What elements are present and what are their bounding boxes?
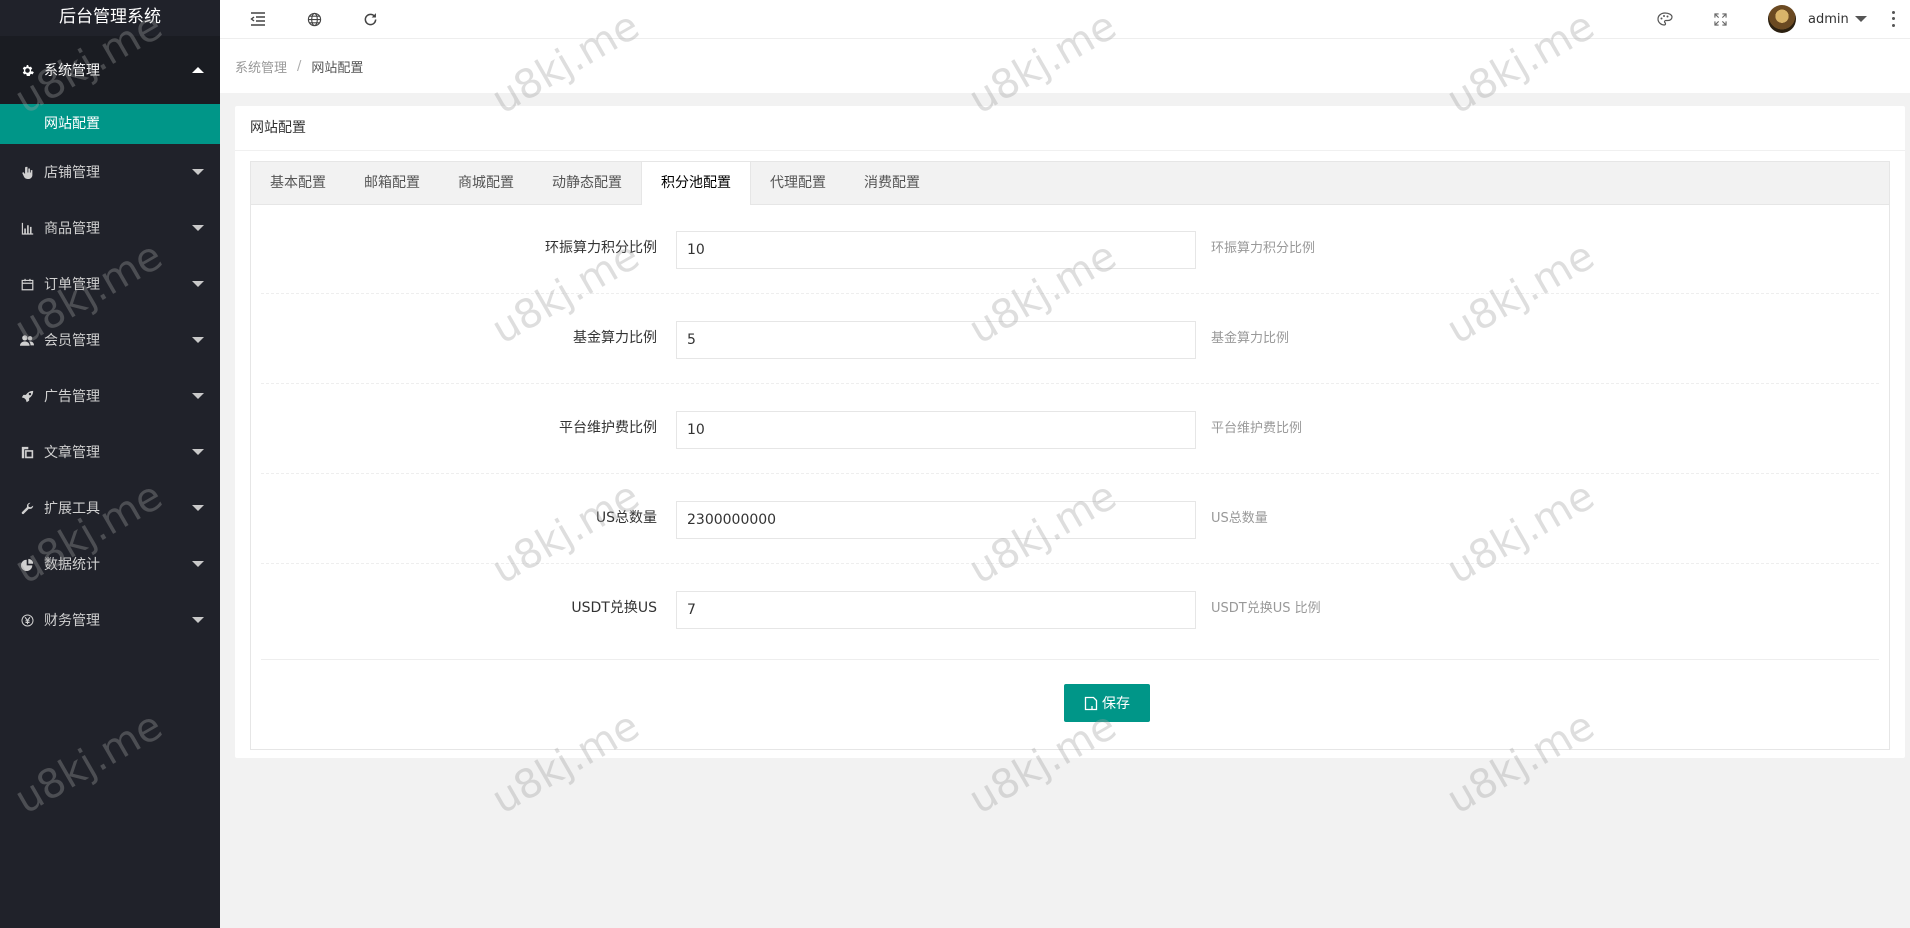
points-ratio-input[interactable] [676,231,1196,269]
sidebar-item-orders[interactable]: 订单管理 [0,256,220,312]
users-icon [20,333,34,347]
calendar-icon [20,277,34,291]
form-row: USDT兑换US USDT兑换US 比例 [261,564,1879,653]
maintenance-fee-input[interactable] [676,411,1196,449]
sidebar-item-label: 订单管理 [44,277,100,293]
us-total-input[interactable] [676,501,1196,539]
app-title: 后台管理系统 [59,7,161,27]
field-hint: 环振算力积分比例 [1211,241,1316,256]
tab-static-dynamic[interactable]: 动静态配置 [533,162,641,204]
tab-bar: 基本配置 邮箱配置 商城配置 动静态配置 积分池配置 代理配置 消费配置 [251,162,1889,205]
refresh-icon[interactable] [360,9,380,29]
fund-ratio-input[interactable] [676,321,1196,359]
config-card: 网站配置 基本配置 邮箱配置 商城配置 动静态配置 积分池配置 代理配置 消费配… [235,106,1905,758]
menu-fold-icon[interactable] [248,9,268,29]
pie-chart-icon [20,557,34,571]
chevron-down-icon [192,561,204,567]
save-button[interactable]: 保存 [1064,684,1150,722]
tab-agent[interactable]: 代理配置 [751,162,845,204]
sidebar-item-label: 会员管理 [44,333,100,349]
tab-consumption[interactable]: 消费配置 [845,162,939,204]
sidebar-item-system[interactable]: 系统管理 [0,36,220,104]
globe-icon[interactable] [304,9,324,29]
sidebar-item-label: 文章管理 [44,445,100,461]
chevron-down-icon [192,393,204,399]
sidebar-item-members[interactable]: 会员管理 [0,312,220,368]
points-pool-form: 环振算力积分比例 环振算力积分比例 基金算力比例 基金算力比例 平台维护费比例 … [261,204,1879,660]
gear-icon [20,63,34,77]
top-header: admin [220,0,1910,39]
chevron-down-icon [192,281,204,287]
more-icon[interactable] [1890,9,1896,29]
user-menu[interactable]: admin [1768,4,1867,34]
field-label: 基金算力比例 [573,330,657,346]
sidebar-subitem-site-config[interactable]: 网站配置 [0,104,220,144]
sidebar-item-label: 扩展工具 [44,501,100,517]
field-label: 平台维护费比例 [559,420,657,436]
sidebar-item-ads[interactable]: 广告管理 [0,368,220,424]
sidebar-item-articles[interactable]: 文章管理 [0,424,220,480]
theme-icon[interactable] [1655,9,1675,29]
tab-mall[interactable]: 商城配置 [439,162,533,204]
avatar [1768,5,1796,33]
form-row: US总数量 US总数量 [261,474,1879,564]
tab-basic[interactable]: 基本配置 [251,162,345,204]
chevron-down-icon [192,617,204,623]
save-button-label: 保存 [1102,696,1130,712]
tab-points-pool[interactable]: 积分池配置 [641,162,751,205]
fullscreen-icon[interactable] [1710,9,1730,29]
sidebar: 后台管理系统 系统管理 网站配置 店铺管理 商品管理 订单管理 会员管理 广告管… [0,0,220,928]
sidebar-item-shop[interactable]: 店铺管理 [0,144,220,200]
sidebar-item-tools[interactable]: 扩展工具 [0,480,220,536]
form-row: 平台维护费比例 平台维护费比例 [261,384,1879,474]
sidebar-item-label: 广告管理 [44,389,100,405]
usdt-exchange-input[interactable] [676,591,1196,629]
yen-icon [20,613,34,627]
sidebar-item-label: 店铺管理 [44,165,100,181]
field-label: 环振算力积分比例 [545,240,657,256]
sidebar-item-stats[interactable]: 数据统计 [0,536,220,592]
form-divider [261,659,1879,660]
chevron-up-icon [192,67,204,73]
sidebar-item-label: 财务管理 [44,613,100,629]
form-row: 环振算力积分比例 环振算力积分比例 [261,204,1879,294]
caret-down-icon [1854,16,1867,22]
breadcrumb-item[interactable]: 系统管理 [235,57,287,76]
tab-mail[interactable]: 邮箱配置 [345,162,439,204]
chevron-down-icon [192,225,204,231]
chevron-down-icon [192,505,204,511]
breadcrumb-current: 网站配置 [311,60,364,76]
field-label: US总数量 [595,510,657,526]
sidebar-item-label: 数据统计 [44,557,100,573]
chevron-down-icon [192,169,204,175]
rocket-icon [20,389,34,403]
field-hint: 平台维护费比例 [1211,421,1303,436]
card-title: 网站配置 [235,106,1905,151]
bar-chart-icon [20,221,34,235]
breadcrumb-separator: / [297,58,302,74]
wrench-icon [20,501,34,515]
field-hint: 基金算力比例 [1211,331,1290,346]
field-hint: USDT兑换US 比例 [1211,601,1321,616]
sidebar-item-goods[interactable]: 商品管理 [0,200,220,256]
save-icon [1084,696,1098,710]
breadcrumb: 系统管理 / 网站配置 [220,39,1910,93]
sidebar-item-label: 商品管理 [44,221,100,237]
field-label: USDT兑换US [571,600,657,616]
sidebar-item-label: 系统管理 [44,63,100,79]
config-tabs: 基本配置 邮箱配置 商城配置 动静态配置 积分池配置 代理配置 消费配置 环振算… [250,161,1890,750]
chevron-down-icon [192,337,204,343]
field-hint: US总数量 [1211,511,1268,526]
copy-icon [20,445,34,459]
sidebar-item-finance[interactable]: 财务管理 [0,592,220,648]
chevron-down-icon [192,449,204,455]
hand-icon [20,165,34,179]
form-row: 基金算力比例 基金算力比例 [261,294,1879,384]
user-name: admin [1808,11,1849,27]
